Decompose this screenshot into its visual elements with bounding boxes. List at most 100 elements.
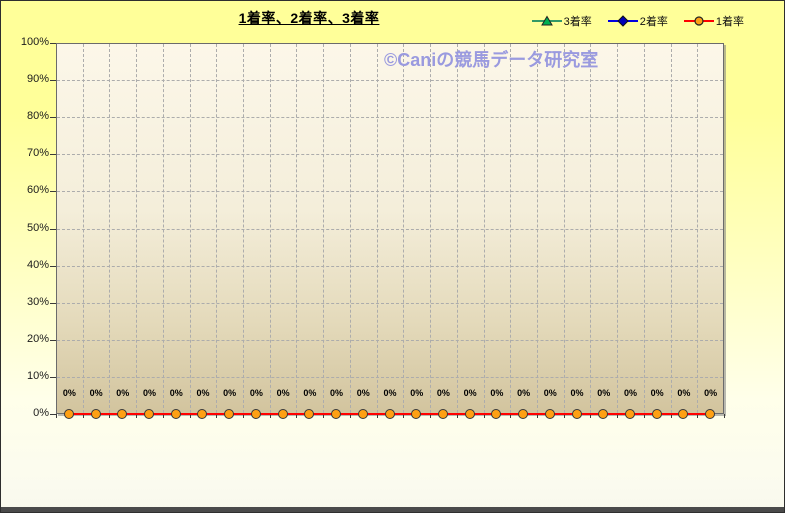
data-label: 0%: [591, 388, 617, 398]
data-label: 0%: [671, 388, 697, 398]
watermark: ©Caniの競馬データ研究室: [384, 46, 598, 72]
data-point-marker: [518, 409, 528, 419]
legend-entry-1st-rate: 1着率: [684, 13, 744, 29]
legend-line-triangle-icon: [532, 15, 562, 27]
data-label: 0%: [83, 388, 109, 398]
data-point-marker: [491, 409, 501, 419]
y-axis-tick: [50, 80, 56, 81]
legend: 3着率 2着率 1着率: [532, 13, 744, 29]
data-point-marker: [438, 409, 448, 419]
data-point-marker: [331, 409, 341, 419]
data-label: 0%: [644, 388, 670, 398]
data-label: 0%: [564, 388, 590, 398]
y-axis-tick: [50, 266, 56, 267]
data-point-marker: [625, 409, 635, 419]
v-gridline: [323, 44, 324, 413]
y-axis-label: 80%: [1, 110, 49, 122]
v-gridline: [644, 44, 645, 413]
h-gridline: [57, 191, 723, 192]
v-gridline: [296, 44, 297, 413]
h-gridline: [57, 340, 723, 341]
v-gridline: [484, 44, 485, 413]
data-label: 0%: [190, 388, 216, 398]
v-gridline: [457, 44, 458, 413]
data-label: 0%: [297, 388, 323, 398]
data-point-marker: [224, 409, 234, 419]
x-axis-tick: [56, 414, 57, 418]
y-axis-label: 100%: [1, 36, 49, 48]
data-point-marker: [705, 409, 715, 419]
v-gridline: [243, 44, 244, 413]
legend-label: 3着率: [564, 13, 592, 29]
y-axis-label: 0%: [1, 407, 49, 419]
v-gridline: [564, 44, 565, 413]
y-axis-label: 60%: [1, 184, 49, 196]
data-point-marker: [144, 409, 154, 419]
legend-label: 2着率: [640, 13, 668, 29]
data-point-marker: [171, 409, 181, 419]
v-gridline: [590, 44, 591, 413]
v-gridline: [136, 44, 137, 413]
data-label: 0%: [484, 388, 510, 398]
h-gridline: [57, 266, 723, 267]
v-gridline: [190, 44, 191, 413]
legend-line-diamond-icon: [608, 15, 638, 27]
y-axis-tick: [50, 191, 56, 192]
chart-title: 1着率、2着率、3着率: [134, 8, 484, 28]
data-point-marker: [678, 409, 688, 419]
legend-line-circle-icon: [684, 15, 714, 27]
y-axis-tick: [50, 377, 56, 378]
legend-entry-3rd-rate: 3着率: [532, 13, 592, 29]
data-label: 0%: [511, 388, 537, 398]
data-point-marker: [64, 409, 74, 419]
v-gridline: [430, 44, 431, 413]
data-label: 0%: [217, 388, 243, 398]
y-axis-tick: [50, 117, 56, 118]
data-label: 0%: [404, 388, 430, 398]
data-label: 0%: [270, 388, 296, 398]
y-axis-label: 20%: [1, 333, 49, 345]
data-label: 0%: [110, 388, 136, 398]
y-axis-label: 70%: [1, 147, 49, 159]
data-point-marker: [545, 409, 555, 419]
h-gridline: [57, 377, 723, 378]
data-label: 0%: [243, 388, 269, 398]
data-label: 0%: [350, 388, 376, 398]
y-axis-label: 30%: [1, 296, 49, 308]
legend-label: 1着率: [716, 13, 744, 29]
data-point-marker: [117, 409, 127, 419]
v-gridline: [510, 44, 511, 413]
y-axis-label: 90%: [1, 73, 49, 85]
data-label: 0%: [56, 388, 82, 398]
legend-entry-2nd-rate: 2着率: [608, 13, 668, 29]
h-gridline: [57, 154, 723, 155]
h-gridline: [57, 229, 723, 230]
data-point-marker: [304, 409, 314, 419]
y-axis-tick: [50, 154, 56, 155]
h-gridline: [57, 117, 723, 118]
data-point-marker: [385, 409, 395, 419]
v-gridline: [270, 44, 271, 413]
data-point-marker: [465, 409, 475, 419]
data-point-marker: [91, 409, 101, 419]
v-gridline: [537, 44, 538, 413]
v-gridline: [671, 44, 672, 413]
data-point-marker: [358, 409, 368, 419]
v-gridline: [617, 44, 618, 413]
v-gridline: [403, 44, 404, 413]
data-label: 0%: [537, 388, 563, 398]
window-bottom-edge: [1, 507, 785, 512]
v-gridline: [163, 44, 164, 413]
v-gridline: [377, 44, 378, 413]
y-axis-label: 50%: [1, 222, 49, 234]
data-label: 0%: [163, 388, 189, 398]
data-label: 0%: [457, 388, 483, 398]
v-gridline: [697, 44, 698, 413]
y-axis-label: 10%: [1, 370, 49, 382]
data-label: 0%: [324, 388, 350, 398]
data-point-marker: [251, 409, 261, 419]
data-label: 0%: [617, 388, 643, 398]
data-point-marker: [652, 409, 662, 419]
data-label: 0%: [377, 388, 403, 398]
data-label: 0%: [137, 388, 163, 398]
